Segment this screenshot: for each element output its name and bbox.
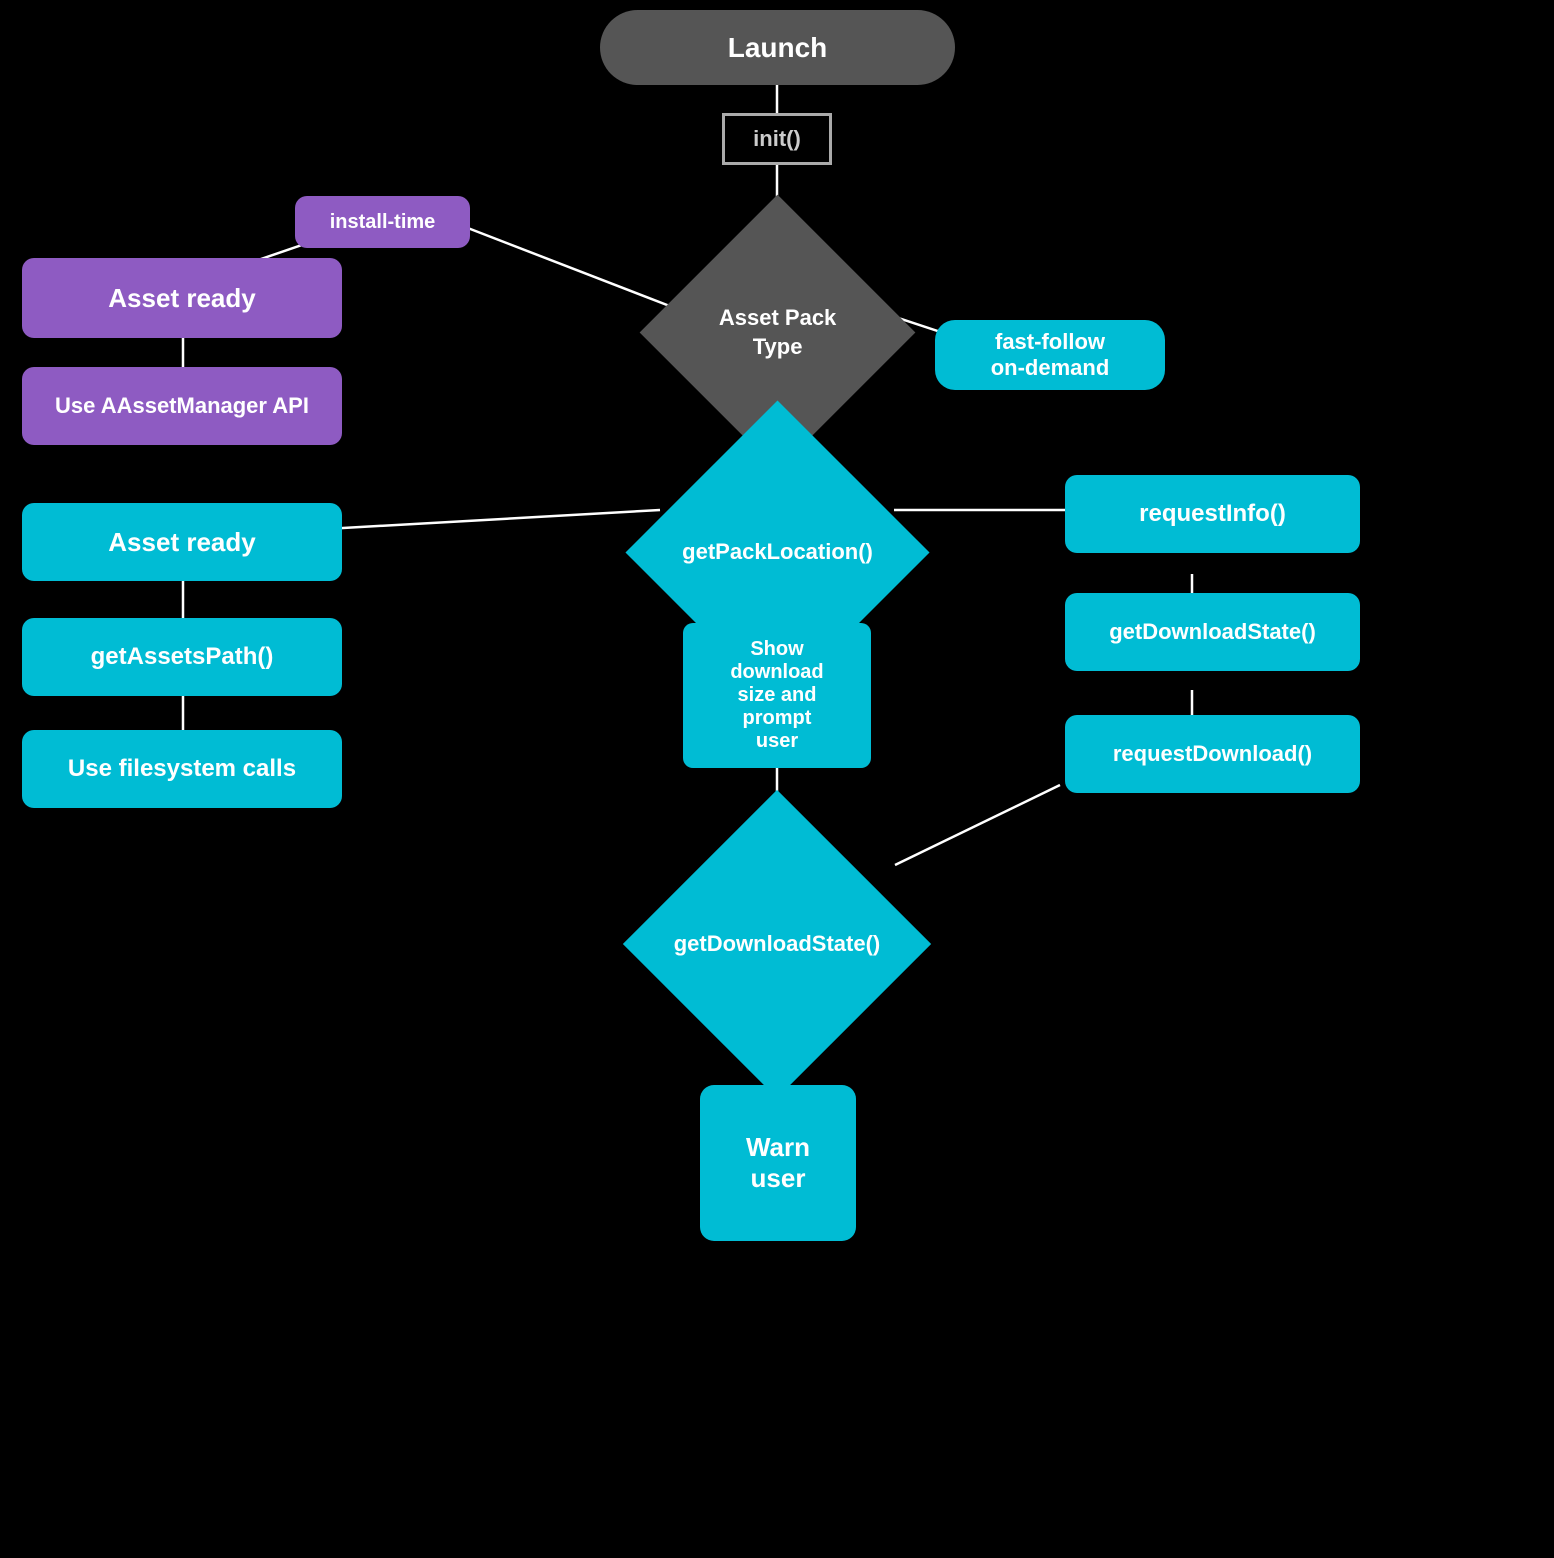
launch-node: Launch bbox=[600, 10, 955, 85]
warn-user-node: Warnuser bbox=[700, 1085, 856, 1241]
request-download-node: requestDownload() bbox=[1065, 715, 1360, 793]
init-node: init() bbox=[722, 113, 832, 165]
get-download-state-right-node: getDownloadState() bbox=[1065, 593, 1360, 671]
install-time-node: install-time bbox=[295, 196, 470, 248]
request-info-node: requestInfo() bbox=[1065, 475, 1360, 553]
fast-follow-node: fast-followon-demand bbox=[935, 320, 1165, 390]
get-download-state-diamond-node: getDownloadState() bbox=[623, 790, 931, 1098]
asset-ready-purple-node: Asset ready bbox=[22, 258, 342, 338]
flowchart: Launch init() Asset PackType install-tim… bbox=[0, 0, 1554, 1558]
asset-ready-teal-node: Asset ready bbox=[22, 503, 342, 581]
get-assets-path-node: getAssetsPath() bbox=[22, 618, 342, 696]
use-filesystem-node: Use filesystem calls bbox=[22, 730, 342, 808]
use-aasset-manager-node: Use AAssetManager API bbox=[22, 367, 342, 445]
show-download-node: Showdownloadsize andpromptuser bbox=[683, 623, 871, 768]
